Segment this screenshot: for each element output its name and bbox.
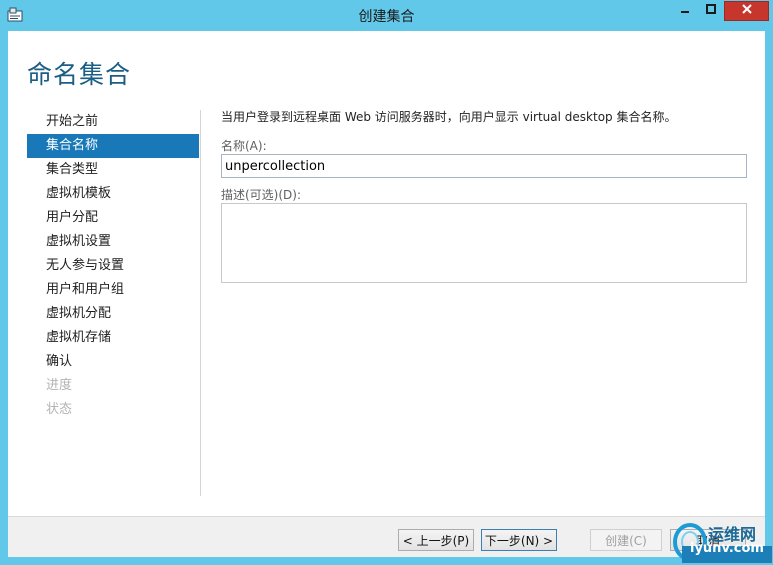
create-button: 创建(C) bbox=[590, 529, 662, 551]
page-title: 命名集合 bbox=[27, 60, 132, 89]
collection-name-input[interactable] bbox=[221, 154, 747, 178]
minimize-icon bbox=[679, 3, 691, 19]
watermark-url: iyunv.com bbox=[690, 541, 764, 556]
name-label: 名称(A): bbox=[221, 139, 267, 153]
step-vm-template[interactable]: 虚拟机模板 bbox=[27, 182, 199, 206]
wizard-step-list: 开始之前 集合名称 集合类型 虚拟机模板 用户分配 虚拟机设置 无人参与设置 用… bbox=[27, 110, 199, 422]
maximize-button[interactable] bbox=[698, 1, 724, 21]
minimize-button[interactable] bbox=[672, 1, 698, 21]
create-collection-window: 创建集合 命名集合 开始之前 集合名称 集合类型 虚拟机模板 用户分配 虚拟机设… bbox=[0, 0, 773, 565]
previous-button[interactable]: < 上一步(P) bbox=[398, 529, 474, 551]
next-button[interactable]: 下一步(N) > bbox=[481, 529, 557, 551]
close-icon bbox=[741, 3, 753, 19]
step-collection-type[interactable]: 集合类型 bbox=[27, 158, 199, 182]
step-user-assignment[interactable]: 用户分配 bbox=[27, 206, 199, 230]
step-progress: 进度 bbox=[46, 378, 73, 393]
description-label: 描述(可选)(D): bbox=[221, 188, 302, 202]
intro-text: 当用户登录到远程桌面 Web 访问服务器时，向用户显示 virtual desk… bbox=[221, 110, 677, 124]
nav-divider bbox=[200, 110, 201, 496]
step-collection-name[interactable]: 集合名称 bbox=[27, 134, 199, 158]
wizard-client-area: 命名集合 开始之前 集合名称 集合类型 虚拟机模板 用户分配 虚拟机设置 无人参… bbox=[8, 31, 765, 557]
title-bar[interactable]: 创建集合 bbox=[0, 0, 773, 31]
step-vm-storage[interactable]: 虚拟机存储 bbox=[27, 326, 199, 350]
step-vm-settings[interactable]: 虚拟机设置 bbox=[27, 230, 199, 254]
step-before-you-begin[interactable]: 开始之前 bbox=[27, 110, 199, 134]
step-vm-allocation[interactable]: 虚拟机分配 bbox=[27, 302, 199, 326]
window-title: 创建集合 bbox=[358, 9, 415, 25]
step-content: 当用户登录到远程桌面 Web 访问服务器时，向用户显示 virtual desk… bbox=[221, 107, 749, 283]
step-unattended-settings[interactable]: 无人参与设置 bbox=[27, 254, 199, 278]
step-users-and-groups[interactable]: 用户和用户组 bbox=[27, 278, 199, 302]
close-button[interactable] bbox=[724, 1, 769, 21]
description-textarea[interactable] bbox=[221, 203, 747, 283]
maximize-icon bbox=[705, 3, 717, 19]
wizard-footer: < 上一步(P) 下一步(N) > 创建(C) 取消 bbox=[8, 516, 765, 557]
step-confirmation[interactable]: 确认 bbox=[27, 350, 199, 374]
step-status: 状态 bbox=[46, 402, 73, 417]
